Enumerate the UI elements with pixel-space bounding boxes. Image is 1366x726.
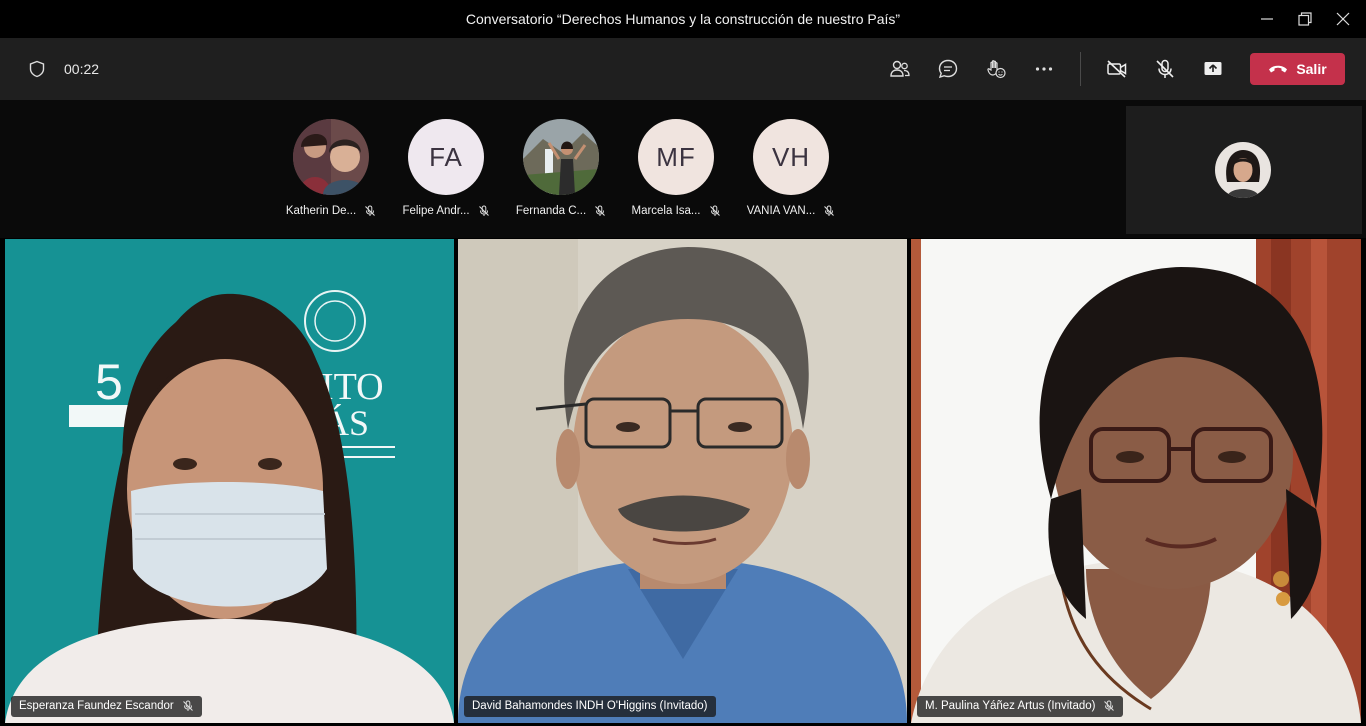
participant-tile[interactable]: VH VANIA VAN... [736,119,846,217]
mic-off-icon [182,700,193,711]
phone-icon [1269,65,1288,73]
shield-icon[interactable] [28,60,46,78]
close-button[interactable] [1320,0,1366,38]
title-bar: Conversatorio “Derechos Humanos y la con… [0,0,1366,38]
video-tile[interactable]: 5 ITO ÁS Esperanza Faundez Escandor [5,239,454,723]
video-participant-name: David Bahamondes INDH O'Higgins (Invitad… [472,700,708,712]
avatar: VH [753,119,829,195]
reactions-icon [987,60,1006,79]
participant-video [458,239,907,723]
share-screen-button[interactable] [1198,54,1228,84]
avatar: MF [638,119,714,195]
toolbar-divider [1080,52,1081,86]
meeting-timer: 00:22 [64,61,100,77]
video-nametag: M. Paulina Yáñez Artus (Invitado) [917,696,1124,717]
participant-name: Katherin De... [285,205,357,217]
avatar: FA [408,119,484,195]
leave-button[interactable]: Salir [1250,53,1345,85]
participant-strip: Katherin De... FA Felipe Andr... Fernand… [0,100,1366,238]
participant-tile[interactable]: Katherin De... [276,119,386,217]
self-avatar [1215,142,1271,198]
video-participant-name: Esperanza Faundez Escandor [19,700,174,712]
mic-off-icon [478,205,489,216]
restore-icon [1298,12,1312,26]
chat-icon [938,59,958,79]
participants-button[interactable] [885,54,915,84]
leave-label: Salir [1296,61,1327,77]
mic-off-icon [824,205,835,216]
video-nametag: David Bahamondes INDH O'Higgins (Invitad… [464,696,716,717]
mic-off-icon [709,205,720,216]
participant-tile[interactable]: MF Marcela Isa... [621,119,731,217]
participant-name: Fernanda C... [515,205,587,217]
mic-off-icon [1156,59,1174,78]
participant-name: Marcela Isa... [631,205,701,217]
more-options-button[interactable] [1029,54,1059,84]
video-participant-name: M. Paulina Yáñez Artus (Invitado) [925,700,1096,712]
participants-icon [890,60,910,77]
more-icon [1035,67,1053,71]
mic-off-icon [365,205,376,216]
participant-video [911,239,1361,723]
video-nametag: Esperanza Faundez Escandor [11,696,202,717]
participant-video: 5 ITO ÁS [5,239,454,723]
video-tile[interactable]: M. Paulina Yáñez Artus (Invitado) [911,239,1361,723]
avatar [293,119,369,195]
avatar [523,119,599,195]
mic-off-icon [1104,700,1115,711]
window-title: Conversatorio “Derechos Humanos y la con… [465,11,901,27]
reactions-button[interactable] [981,54,1011,84]
mic-off-icon [595,205,606,216]
video-tile[interactable]: David Bahamondes INDH O'Higgins (Invitad… [458,239,907,723]
participant-name: VANIA VAN... [746,205,816,217]
svg-text:5: 5 [95,354,123,410]
participant-tile[interactable]: FA Felipe Andr... [391,119,501,217]
mic-toggle-button[interactable] [1150,54,1180,84]
camera-off-icon [1107,60,1127,78]
minimize-icon [1261,18,1273,20]
participant-tile[interactable]: Fernanda C... [506,119,616,217]
participant-name: Felipe Andr... [402,205,470,217]
share-icon [1204,62,1222,75]
meeting-toolbar: 00:22 Salir [0,38,1366,100]
close-icon [1336,12,1350,26]
camera-toggle-button[interactable] [1102,54,1132,84]
chat-button[interactable] [933,54,963,84]
self-preview[interactable] [1126,106,1362,234]
